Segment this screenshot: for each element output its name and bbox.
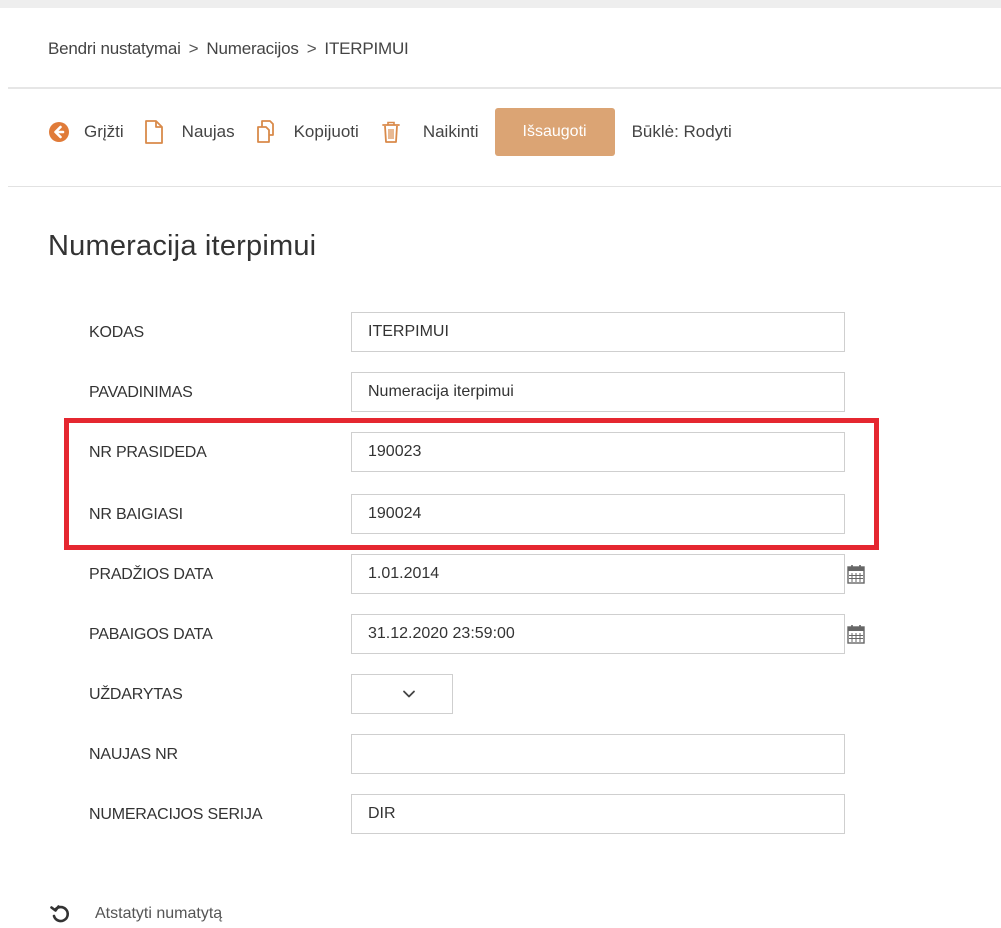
- pavadinimas-label: PAVADINIMAS: [89, 384, 193, 401]
- divider: [8, 87, 1001, 89]
- status-label: Būklė: Rodyti: [631, 122, 732, 141]
- back-button[interactable]: Grįžti: [48, 121, 124, 143]
- numeracijos-serija-label: NUMERACIJOS SERIJA: [89, 806, 263, 823]
- back-arrow-icon: [48, 121, 70, 143]
- numeracijos-serija-input[interactable]: [351, 794, 845, 834]
- naujas-nr-label: NAUJAS NR: [89, 746, 178, 763]
- breadcrumb: Bendri nustatymai > Numeracijos > ITERPI…: [48, 34, 409, 64]
- breadcrumb-separator: >: [188, 39, 199, 58]
- pradzios-data-input[interactable]: [351, 554, 845, 594]
- new-label: Naujas: [181, 122, 235, 141]
- pabaigos-data-input[interactable]: [351, 614, 845, 654]
- pabaigos-data-label: PABAIGOS DATA: [89, 626, 213, 643]
- reset-default-button[interactable]: Atstatyti numatytą: [50, 904, 222, 924]
- back-label: Grįžti: [84, 122, 124, 141]
- pradzios-data-label: PRADŽIOS DATA: [89, 566, 213, 583]
- breadcrumb-item-numeracijos[interactable]: Numeracijos: [206, 39, 298, 59]
- pavadinimas-input[interactable]: [351, 372, 845, 412]
- kodas-input[interactable]: [351, 312, 845, 352]
- breadcrumb-item-current: ITERPIMUI: [324, 39, 409, 58]
- trash-icon: [381, 120, 401, 144]
- toolbar: Grįžti Naujas Kopijuoti Naikinti Išsaugo…: [48, 108, 732, 156]
- copy-button[interactable]: Kopijuoti: [253, 119, 359, 145]
- calendar-icon[interactable]: [845, 614, 865, 654]
- uzdarytas-label: UŽDARYTAS: [89, 686, 183, 703]
- breadcrumb-separator: >: [306, 39, 317, 58]
- kodas-label: KODAS: [89, 324, 145, 341]
- save-button[interactable]: Išsaugoti: [494, 108, 615, 156]
- reset-icon: [50, 904, 70, 924]
- top-bar: [0, 0, 1001, 8]
- divider: [8, 186, 1001, 187]
- highlight-box: [64, 418, 879, 550]
- uzdarytas-select[interactable]: [351, 674, 453, 714]
- copy-icon: [253, 119, 279, 145]
- delete-button[interactable]: Naikinti: [381, 120, 479, 144]
- chevron-down-icon: [402, 689, 416, 699]
- delete-label: Naikinti: [422, 122, 479, 141]
- new-document-icon: [144, 119, 164, 145]
- copy-label: Kopijuoti: [293, 122, 359, 141]
- page-title: Numeracija iterpimui: [48, 230, 317, 262]
- naujas-nr-input[interactable]: [351, 734, 845, 774]
- new-button[interactable]: Naujas: [144, 119, 235, 145]
- breadcrumb-item-bendri-nustatymai[interactable]: Bendri nustatymai: [48, 39, 181, 59]
- reset-default-label: Atstatyti numatytą: [95, 905, 223, 922]
- calendar-icon[interactable]: [845, 554, 865, 594]
